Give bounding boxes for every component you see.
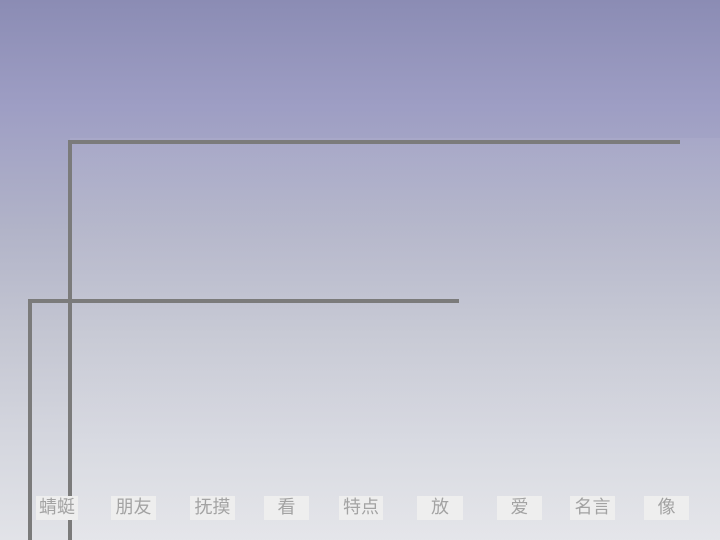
content-panel	[70, 138, 720, 540]
word-chip-friend[interactable]: 朋友	[111, 496, 156, 520]
lower-frame-top-line	[28, 299, 459, 303]
word-chip-look[interactable]: 看	[264, 496, 309, 520]
word-chip-feature[interactable]: 特点	[339, 496, 383, 520]
upper-frame-top-line	[68, 140, 680, 144]
word-chip-put[interactable]: 放	[417, 496, 463, 520]
word-bank: 蜻蜓 朋友 抚摸 看 特点 放 爱 名言 像	[0, 496, 720, 520]
upper-frame-left-line	[68, 140, 72, 540]
word-chip-quote[interactable]: 名言	[570, 496, 615, 520]
slide: 蜻蜓 朋友 抚摸 看 特点 放 爱 名言 像	[0, 0, 720, 540]
word-chip-stroke[interactable]: 抚摸	[190, 496, 235, 520]
word-chip-love[interactable]: 爱	[497, 496, 542, 520]
word-chip-dragonfly[interactable]: 蜻蜓	[36, 496, 78, 520]
word-chip-like[interactable]: 像	[644, 496, 689, 520]
